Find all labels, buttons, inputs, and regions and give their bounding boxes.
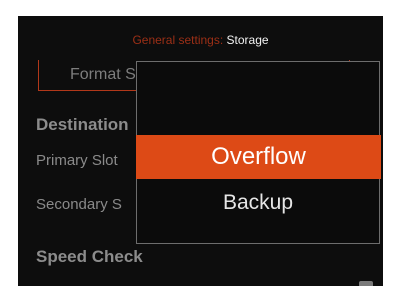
section-speed-check: Speed Check bbox=[36, 247, 143, 266]
page-title: General settings: Storage bbox=[18, 33, 383, 47]
page-title-text: Storage bbox=[226, 33, 269, 47]
breadcrumb-general-settings[interactable]: General settings: bbox=[132, 33, 223, 47]
option-backup[interactable]: Backup bbox=[137, 188, 379, 218]
section-destination: Destination bbox=[36, 115, 129, 134]
primary-slot-label[interactable]: Primary Slot bbox=[36, 152, 118, 169]
secondary-slot-label[interactable]: Secondary S bbox=[36, 196, 122, 213]
option-overflow[interactable]: Overflow bbox=[136, 135, 381, 179]
tab-format[interactable]: Format S bbox=[70, 66, 136, 84]
slot-mode-dropdown: Overflow Backup bbox=[136, 61, 381, 244]
speed-check-checkbox[interactable] bbox=[359, 281, 373, 286]
